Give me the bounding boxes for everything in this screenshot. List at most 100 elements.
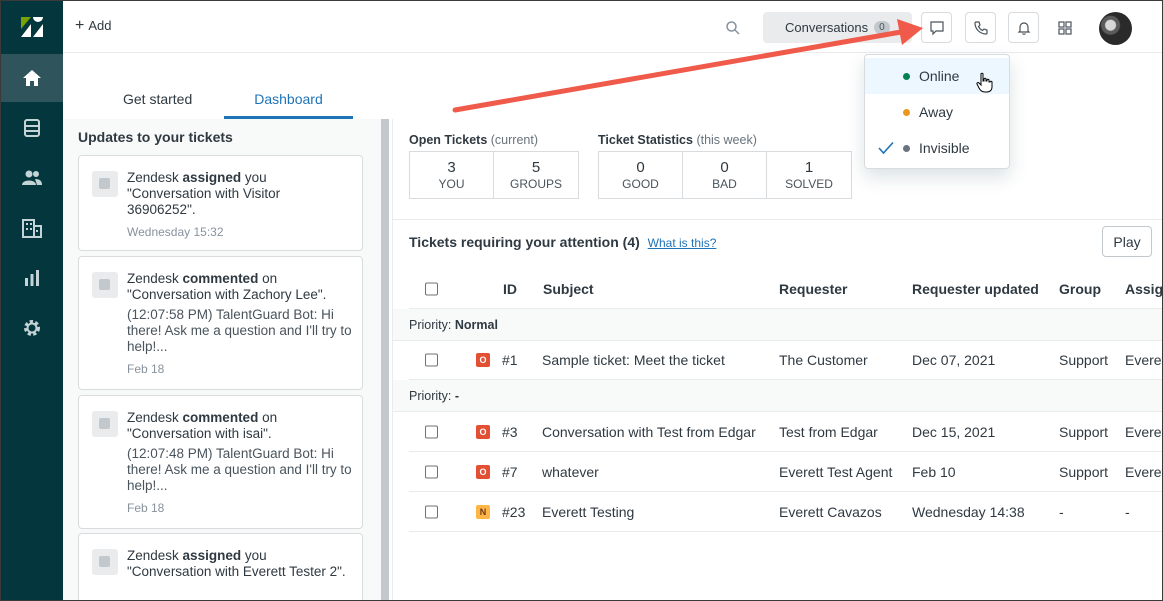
update-card[interactable]: Zendesk commented on "Conversation with … [78,256,363,390]
row-checkbox[interactable] [425,465,438,478]
ticket-requester: The Customer [779,352,868,368]
updates-title: Updates to your tickets [78,129,233,145]
row-checkbox[interactable] [425,353,438,367]
status-option-invisible[interactable]: Invisible [865,130,1009,166]
away-dot-icon [903,108,910,116]
group-row-normal: Priority: Normal [393,309,1162,341]
update-text: Zendesk commented on "Conversation with … [127,271,327,302]
online-dot-icon [903,72,910,80]
table-row[interactable]: O #3 Conversation with Test from Edgar T… [409,412,1162,452]
what-is-this-link[interactable]: What is this? [648,236,717,250]
column-header-group[interactable]: Group [1059,281,1101,297]
users-icon [22,170,42,185]
column-header-requester-updated[interactable]: Requester updated [912,281,1039,297]
stat-you[interactable]: 3 YOU [410,152,494,198]
tab-dashboard[interactable]: Dashboard [224,91,353,119]
updates-panel: Updates to your tickets Zendesk assigned… [63,119,381,600]
status-option-away[interactable]: Away [865,94,1009,130]
nav-home[interactable] [1,54,63,102]
table-row[interactable]: O #7 whatever Everett Test Agent Feb 10 … [409,452,1162,492]
select-all-checkbox[interactable] [425,282,438,295]
nav-reporting[interactable] [1,254,63,302]
conversations-button[interactable]: Conversations 0 [763,12,912,43]
talk-button[interactable] [965,12,996,43]
stat-groups[interactable]: 5 GROUPS [494,152,578,198]
nav-views[interactable] [1,104,63,152]
ticket-updated: Dec 15, 2021 [912,423,996,440]
ticket-thumbnail-icon [92,549,118,575]
open-tickets-box: 3 YOU 5 GROUPS [409,151,579,199]
ticket-statistics-box: 0 GOOD 0 BAD 1 SOLVED [598,151,852,199]
update-card[interactable]: Zendesk commented on "Conversation with … [78,395,363,529]
stat-good[interactable]: 0 GOOD [599,152,683,198]
ticket-assignee: Everet [1125,423,1163,440]
ticket-subject[interactable]: Conversation with Test from Edgar [542,424,756,440]
ticket-thumbnail-icon [92,171,118,197]
plus-icon: + [75,16,85,34]
row-checkbox[interactable] [425,505,438,518]
ticket-id: #7 [502,463,518,480]
update-card[interactable]: Zendesk assigned you "Conversation with … [78,533,363,600]
ticket-requester: Everett Test Agent [779,463,893,480]
ticket-thumbnail-icon [92,272,118,298]
ticket-subject[interactable]: whatever [542,464,599,480]
update-text: Zendesk commented on "Conversation with … [127,410,278,441]
divider [393,219,1162,220]
group-row-none: Priority: - [393,380,1162,412]
bell-icon [1017,21,1030,35]
column-header-subject[interactable]: Subject [543,281,594,297]
chat-status-button[interactable] [921,12,952,43]
stat-bad[interactable]: 0 BAD [683,152,767,198]
row-checkbox[interactable] [425,425,438,438]
ticket-group: - [1059,503,1064,520]
panel-splitter[interactable] [381,119,389,600]
views-icon [24,119,40,137]
ticket-assignee: Everet [1125,463,1163,480]
search-icon[interactable] [725,20,741,36]
status-badge: O [476,353,490,367]
status-badge: N [476,504,490,519]
update-time: Wednesday 15:32 [127,225,224,239]
update-time: Feb 18 [127,362,165,376]
column-header-requester[interactable]: Requester [779,281,847,297]
stat-solved[interactable]: 1 SOLVED [767,152,851,198]
update-time: Feb 18 [127,501,165,515]
ticket-updated: Feb 10 [912,463,956,480]
zendesk-logo-icon[interactable] [18,15,46,39]
notifications-button[interactable] [1008,12,1039,43]
nav-admin[interactable] [1,304,63,352]
table-header: ID Subject Requester Requester updated G… [409,269,1162,309]
column-header-assignee[interactable]: Assig [1125,281,1162,297]
column-header-id[interactable]: ID [503,281,517,297]
user-avatar[interactable] [1099,12,1132,45]
update-body: (12:07:48 PM) TalentGuard Bot: Hi there!… [127,446,352,493]
divider [392,119,393,600]
conversations-count-badge: 0 [874,21,890,34]
play-button[interactable]: Play [1102,226,1152,257]
ticket-subject[interactable]: Everett Testing [542,504,634,520]
status-badge: O [476,424,490,439]
home-icon [23,70,41,86]
update-body: (12:07:58 PM) TalentGuard Bot: Hi there!… [127,307,352,354]
table-row[interactable]: O #1 Sample ticket: Meet the ticket The … [409,341,1162,380]
add-label: Add [88,18,112,33]
update-text: Zendesk assigned you "Conversation with … [127,548,346,579]
ticket-assignee: - [1125,503,1130,520]
ticket-id: #23 [502,503,526,520]
update-text: Zendesk assigned you "Conversation with … [127,170,281,217]
chat-bubble-icon [929,20,944,35]
apps-button[interactable] [1049,12,1080,43]
ticket-updated: Wednesday 14:38 [912,503,1025,520]
attention-title: Tickets requiring your attention (4) Wha… [409,234,717,250]
nav-customers[interactable] [1,154,63,202]
update-card[interactable]: Zendesk assigned you "Conversation with … [78,155,363,251]
ticket-subject[interactable]: Sample ticket: Meet the ticket [542,352,725,368]
grid-icon [1057,20,1072,35]
tab-get-started[interactable]: Get started [123,91,192,119]
gear-icon [24,320,40,336]
nav-organizations[interactable] [1,204,63,252]
checkmark-icon [878,141,894,155]
table-row[interactable]: N #23 Everett Testing Everett Cavazos We… [409,492,1162,532]
top-bar: + Add Conversations 0 [63,1,1162,53]
add-button[interactable]: + Add [75,16,112,34]
